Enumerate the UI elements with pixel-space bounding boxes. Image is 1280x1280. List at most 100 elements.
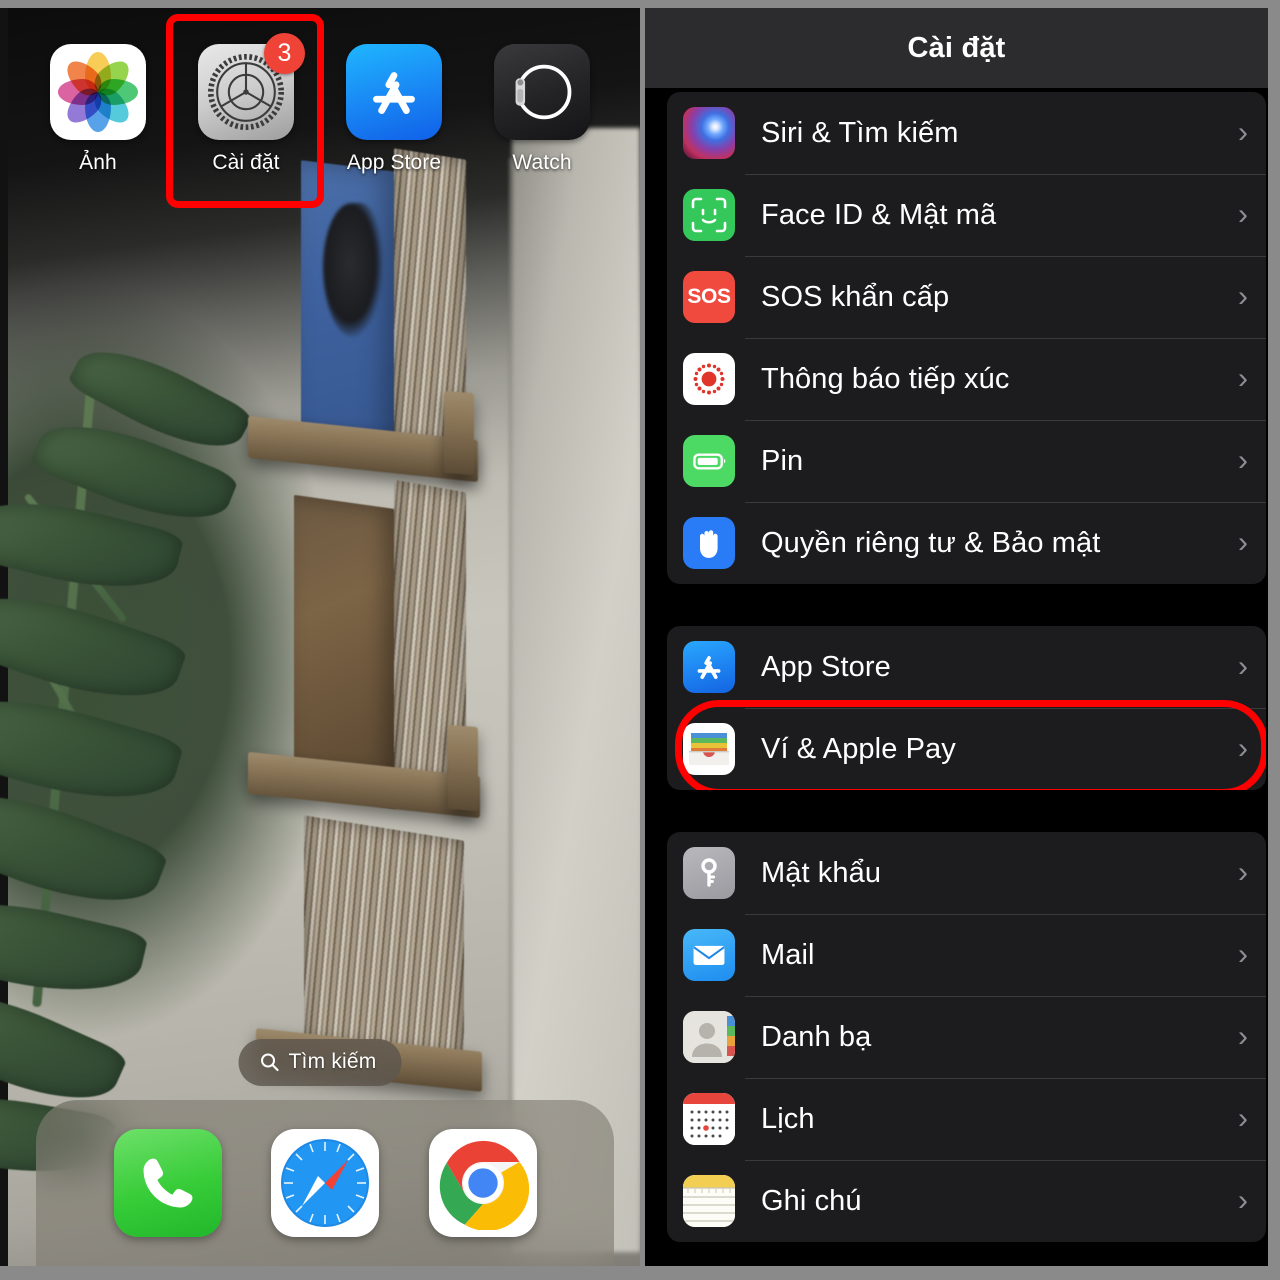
sos-icon: SOS: [683, 271, 735, 323]
screenshot-stage: Ảnh 3 Cài đặt App Store Watch Tìm kiếm C…: [0, 0, 1280, 1280]
safari-glyph: [281, 1139, 369, 1227]
notes-icon: [683, 1175, 735, 1227]
settings-row-privacy[interactable]: Quyền riêng tư & Bảo mật ›: [667, 502, 1266, 584]
settings-row-contacts[interactable]: Danh bạ ›: [667, 996, 1266, 1078]
settings-badge: 3: [264, 33, 305, 74]
chevron-right-icon: ›: [1238, 1102, 1248, 1135]
wallet-icon: [683, 723, 735, 775]
settings-row-label: Pin: [761, 444, 804, 477]
settings-row-siri[interactable]: Siri & Tìm kiếm ›: [667, 92, 1266, 174]
settings-row-face-id[interactable]: Face ID & Mật mã ›: [667, 174, 1266, 256]
settings-row-label: SOS khẩn cấp: [761, 280, 950, 313]
settings-row-label: Mật khẩu: [761, 856, 882, 889]
chevron-right-icon: ›: [1238, 650, 1248, 683]
watch-icon[interactable]: [494, 44, 590, 140]
battery-glyph: [693, 453, 726, 470]
chrome-glyph: [439, 1140, 529, 1230]
settings-row-passwords[interactable]: Mật khẩu ›: [667, 832, 1266, 914]
settings-list[interactable]: Siri & Tìm kiếm › Face ID & Mật mã › SOS…: [645, 92, 1280, 1242]
home-app-app-store[interactable]: App Store: [333, 44, 455, 175]
watch-glyph: [515, 64, 572, 120]
settings-row-app-store[interactable]: App Store ›: [667, 626, 1266, 708]
settings-row-label: Danh bạ: [761, 1020, 872, 1053]
password-key-icon: [683, 847, 735, 899]
settings-row-label: Mail: [761, 938, 815, 971]
contacts-glyph: [683, 1011, 735, 1063]
chevron-right-icon: ›: [1238, 938, 1248, 971]
home-app-grid: Ảnh 3 Cài đặt App Store Watch: [0, 33, 640, 175]
chevron-right-icon: ›: [1238, 856, 1248, 889]
settings-group-2: App Store › Ví & Apple Pay ›: [667, 626, 1266, 790]
settings-group-3: Mật khẩu › Mail › Danh bạ › Lịch › Ghi c…: [667, 832, 1266, 1242]
privacy-hand-icon: [683, 517, 735, 569]
settings-row-label: Lịch: [761, 1102, 815, 1135]
home-dock: [36, 1100, 614, 1266]
settings-row-label: Ghi chú: [761, 1184, 862, 1217]
settings-row-battery[interactable]: Pin ›: [667, 420, 1266, 502]
settings-group-1: Siri & Tìm kiếm › Face ID & Mật mã › SOS…: [667, 92, 1266, 584]
exposure-glyph: [693, 363, 725, 395]
home-app-label: App Store: [346, 151, 442, 174]
contacts-icon: [683, 1011, 735, 1063]
calendar-glyph: [683, 1093, 735, 1145]
home-app-watch[interactable]: Watch: [481, 44, 603, 175]
home-app-photos[interactable]: Ảnh: [37, 44, 159, 175]
sos-icon-text: SOS: [687, 285, 731, 308]
chevron-right-icon: ›: [1238, 116, 1248, 149]
home-search-label: Tìm kiếm: [288, 1050, 377, 1073]
face-id-glyph: [691, 197, 727, 233]
page-title: Cài đặt: [907, 31, 1006, 64]
chrome-icon[interactable]: [428, 1129, 537, 1237]
mail-envelope-icon: [683, 929, 735, 981]
wallet-glyph: [689, 733, 729, 765]
notes-glyph: [683, 1175, 735, 1227]
settings-row-label: Ví & Apple Pay: [761, 732, 956, 765]
settings-row-notes[interactable]: Ghi chú ›: [667, 1160, 1266, 1242]
settings-app-screen: Cài đặt Siri & Tìm kiếm › Face ID & Mật …: [645, 0, 1280, 1280]
envelope-glyph: [693, 945, 725, 965]
chevron-right-icon: ›: [1238, 1184, 1248, 1217]
app-store-icon[interactable]: [346, 44, 442, 140]
settings-gear-icon[interactable]: 3: [198, 33, 305, 140]
hand-glyph: [700, 530, 718, 558]
photos-icon[interactable]: [50, 44, 146, 140]
settings-row-label: Quyền riêng tư & Bảo mật: [761, 526, 1101, 559]
app-store-glyph: [697, 656, 721, 679]
iphone-home-screen: Ảnh 3 Cài đặt App Store Watch Tìm kiếm: [0, 0, 640, 1280]
siri-icon: [683, 107, 735, 159]
chevron-right-icon: ›: [1238, 444, 1248, 477]
search-icon: [261, 1053, 279, 1072]
settings-nav-bar: Cài đặt: [645, 8, 1268, 88]
settings-row-sos[interactable]: SOS SOS khẩn cấp ›: [667, 256, 1266, 338]
home-app-label: Watch: [512, 151, 572, 174]
key-glyph: [701, 858, 717, 887]
top-border: [0, 0, 1280, 8]
exposure-notification-icon: [683, 353, 735, 405]
home-app-settings[interactable]: 3 Cài đặt: [185, 33, 307, 175]
wallpaper-wall-right: [512, 128, 640, 1252]
bottom-border: [0, 1266, 1280, 1280]
app-store-icon: [683, 641, 735, 693]
settings-row-label: Siri & Tìm kiếm: [761, 116, 959, 149]
settings-row-wallet-apple-pay[interactable]: Ví & Apple Pay ›: [667, 700, 1266, 790]
chevron-right-icon: ›: [1238, 362, 1248, 395]
home-app-label: Ảnh: [79, 151, 117, 174]
chevron-right-icon: ›: [1238, 198, 1248, 231]
chevron-right-icon: ›: [1238, 280, 1248, 313]
wallpaper-wall-corner: [509, 158, 514, 1252]
phone-glyph: [143, 1158, 192, 1208]
app-store-glyph: [373, 72, 415, 114]
settings-row-label: Thông báo tiếp xúc: [761, 362, 1010, 395]
settings-row-label: Face ID & Mật mã: [761, 198, 997, 231]
settings-row-calendar[interactable]: Lịch ›: [667, 1078, 1266, 1160]
home-search-pill[interactable]: Tìm kiếm: [238, 1039, 402, 1086]
settings-row-exposure[interactable]: Thông báo tiếp xúc ›: [667, 338, 1266, 420]
home-app-label: Cài đặt: [212, 151, 280, 174]
chevron-right-icon: ›: [1238, 526, 1248, 559]
settings-row-mail[interactable]: Mail ›: [667, 914, 1266, 996]
battery-icon: [683, 435, 735, 487]
phone-icon[interactable]: [113, 1129, 222, 1237]
right-border: [1268, 0, 1280, 1280]
settings-row-label: App Store: [761, 650, 891, 683]
safari-compass-icon[interactable]: [271, 1129, 379, 1237]
